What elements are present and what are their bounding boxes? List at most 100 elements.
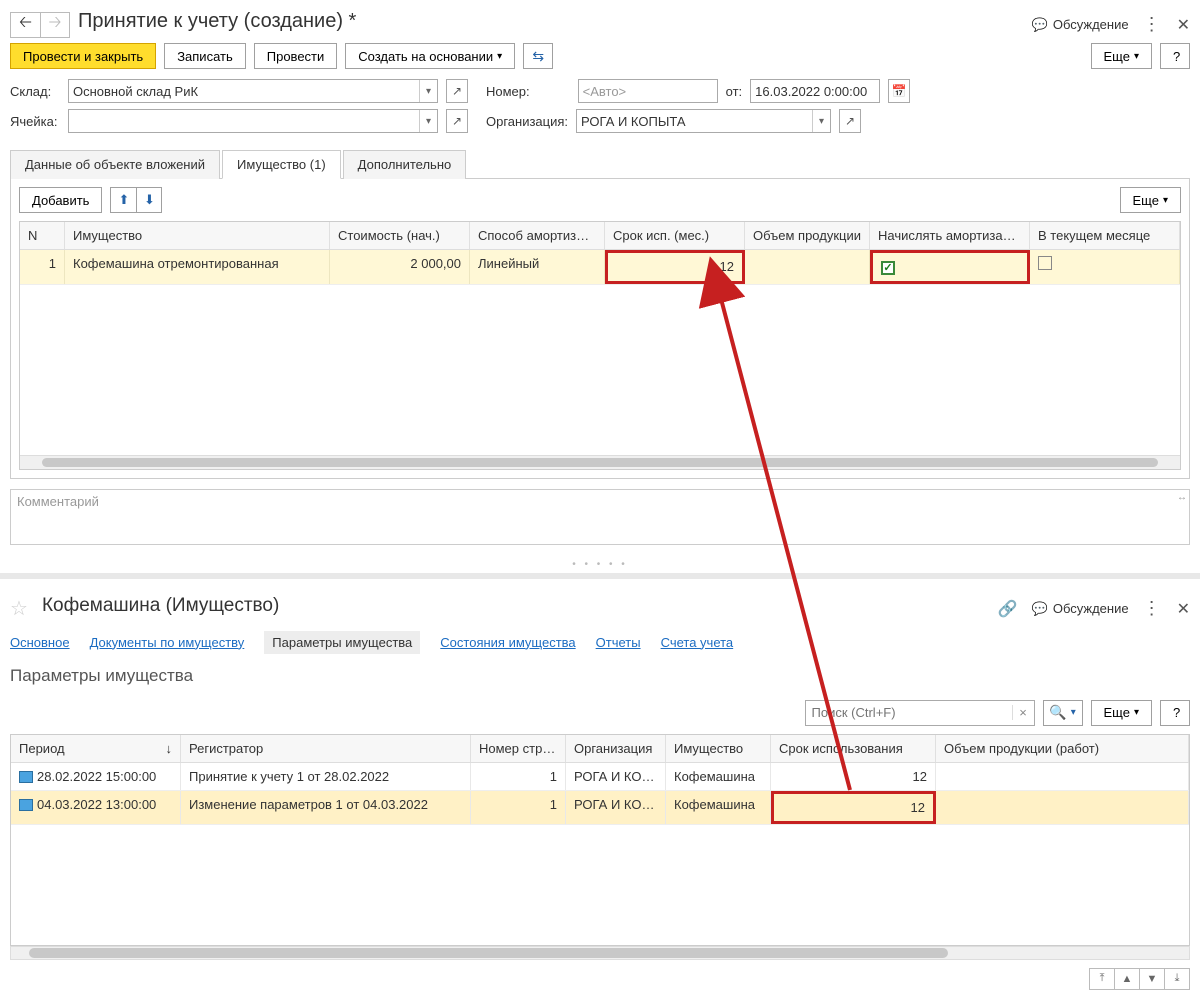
warehouse-select[interactable]: Основной склад РиК ▾ — [68, 79, 438, 103]
search-field[interactable] — [806, 705, 1012, 720]
kebab-menu-icon[interactable]: ⋮ — [1143, 14, 1163, 35]
tab-assets[interactable]: Имущество (1) — [222, 150, 341, 179]
chat-icon: 💬 — [1032, 601, 1048, 617]
calendar-icon[interactable]: 📅 — [888, 79, 910, 103]
col2-asset[interactable]: Имущество — [666, 735, 771, 762]
cell-label: Ячейка: — [10, 114, 60, 129]
doc-icon — [19, 771, 33, 783]
cell-open-button[interactable]: ↗ — [446, 109, 468, 133]
horizontal-scrollbar-2[interactable] — [10, 946, 1190, 960]
cell-term[interactable]: 12 — [605, 250, 745, 284]
help-button-2[interactable]: ? — [1160, 700, 1190, 726]
chat-icon: 💬 — [1032, 17, 1048, 33]
checkbox-checked-icon: ✓ — [881, 261, 895, 275]
nav-back-button[interactable]: 🡠 — [10, 12, 40, 38]
number-label: Номер: — [486, 84, 530, 99]
discussion-link[interactable]: 💬 Обсуждение — [1032, 17, 1129, 33]
org-select[interactable]: РОГА И КОПЫТА ▾ — [576, 109, 831, 133]
save-button[interactable]: Записать — [164, 43, 246, 69]
org-label: Организация: — [486, 114, 568, 129]
close-icon-2[interactable]: ✕ — [1177, 599, 1190, 619]
cell2-volume — [936, 763, 1189, 790]
horizontal-scrollbar[interactable] — [20, 455, 1180, 469]
col-accrue[interactable]: Начислять амортизацию — [870, 222, 1030, 249]
org-open-button[interactable]: ↗ — [839, 109, 861, 133]
col-term[interactable]: Срок исп. (мес.) — [605, 222, 745, 249]
table2-row[interactable]: 28.02.2022 15:00:00 Принятие к учету 1 о… — [11, 763, 1189, 791]
cell2-line: 1 — [471, 763, 566, 790]
pane-resize-handle[interactable]: • • • • • — [0, 559, 1200, 573]
page-title: Принятие к учету (создание) * — [78, 10, 1024, 33]
doc-icon — [19, 799, 33, 811]
table2-row[interactable]: 04.03.2022 13:00:00 Изменение параметров… — [11, 791, 1189, 825]
more-button[interactable]: Еще — [1091, 43, 1152, 69]
cell2-line: 1 — [471, 791, 566, 824]
date-input[interactable]: 16.03.2022 0:00:00 — [750, 79, 880, 103]
cell2-period: 28.02.2022 15:00:00 — [11, 763, 181, 790]
search-input[interactable]: × — [805, 700, 1035, 726]
move-down-button[interactable]: ⬇ — [136, 187, 162, 213]
col2-org[interactable]: Организация — [566, 735, 666, 762]
help-button[interactable]: ? — [1160, 43, 1190, 69]
col2-line[interactable]: Номер строки — [471, 735, 566, 762]
cell-accrue[interactable]: ✓ — [870, 250, 1030, 284]
nav-forward-button[interactable]: 🡢 — [40, 12, 70, 38]
cell2-period: 04.03.2022 13:00:00 — [11, 791, 181, 824]
structure-icon-button[interactable]: ⇆ — [523, 43, 553, 69]
post-and-close-button[interactable]: Провести и закрыть — [10, 43, 156, 69]
comment-textarea[interactable]: Комментарий ↔ — [10, 489, 1190, 545]
link-reports[interactable]: Отчеты — [596, 635, 641, 650]
number-input[interactable]: <Авто> — [578, 79, 718, 103]
cell-cost: 2 000,00 — [330, 250, 470, 284]
table-row[interactable]: 1 Кофемашина отремонтированная 2 000,00 … — [20, 250, 1180, 285]
col2-registrar[interactable]: Регистратор — [181, 735, 471, 762]
chevron-down-icon: ▾ — [812, 110, 830, 132]
warehouse-label: Склад: — [10, 84, 60, 99]
kebab-menu-icon-2[interactable]: ⋮ — [1143, 598, 1163, 619]
col2-term[interactable]: Срок использования — [771, 735, 936, 762]
link-states[interactable]: Состояния имущества — [440, 635, 575, 650]
more-button-2[interactable]: Еще — [1091, 700, 1152, 726]
nav-up-button[interactable]: ▲ — [1114, 968, 1140, 990]
discussion-link-2[interactable]: 💬 Обсуждение — [1032, 601, 1129, 617]
tab-additional[interactable]: Дополнительно — [343, 150, 467, 179]
post-button[interactable]: Провести — [254, 43, 338, 69]
cell-select[interactable]: ▾ — [68, 109, 438, 133]
create-based-on-button[interactable]: Создать на основании — [345, 43, 515, 69]
chevron-down-icon: ▾ — [419, 80, 437, 102]
col2-period[interactable]: Период ↓ — [11, 735, 181, 762]
nav-last-button[interactable]: ⤓ — [1164, 968, 1190, 990]
add-row-button[interactable]: Добавить — [19, 187, 102, 213]
link-icon[interactable]: 🔗 — [998, 599, 1018, 619]
col2-volume[interactable]: Объем продукции (работ) — [936, 735, 1189, 762]
cell-n: 1 — [20, 250, 65, 284]
nav-down-button[interactable]: ▼ — [1139, 968, 1165, 990]
col-asset[interactable]: Имущество — [65, 222, 330, 249]
close-icon[interactable]: ✕ — [1177, 15, 1190, 35]
cell-curr-month[interactable] — [1030, 250, 1180, 284]
tab-object-data[interactable]: Данные об объекте вложений — [10, 150, 220, 179]
col-volume[interactable]: Объем продукции — [745, 222, 870, 249]
col-amort-method[interactable]: Способ амортизации — [470, 222, 605, 249]
nav-first-button[interactable]: ⤒ — [1089, 968, 1115, 990]
link-docs[interactable]: Документы по имуществу — [90, 635, 245, 650]
clear-search-icon[interactable]: × — [1012, 705, 1034, 720]
col-n[interactable]: N — [20, 222, 65, 249]
search-options-button[interactable]: 🔍 — [1043, 700, 1083, 726]
move-up-button[interactable]: ⬆ — [110, 187, 136, 213]
table-empty-area — [20, 285, 1180, 455]
checkbox-empty-icon — [1038, 256, 1052, 270]
table-more-button[interactable]: Еще — [1120, 187, 1181, 213]
col-curr-month[interactable]: В текущем месяце — [1030, 222, 1180, 249]
cell2-term: 12 — [771, 763, 936, 790]
link-main[interactable]: Основное — [10, 635, 70, 650]
link-params[interactable]: Параметры имущества — [264, 631, 420, 654]
cell2-registrar: Изменение параметров 1 от 04.03.2022 — [181, 791, 471, 824]
col-cost[interactable]: Стоимость (нач.) — [330, 222, 470, 249]
warehouse-open-button[interactable]: ↗ — [446, 79, 468, 103]
link-accounts[interactable]: Счета учета — [661, 635, 734, 650]
resize-handle-icon[interactable]: ↔ — [1177, 492, 1187, 503]
cell2-org: РОГА И КО… — [566, 763, 666, 790]
favorite-star-icon[interactable]: ☆ — [10, 596, 28, 621]
cell2-asset: Кофемашина — [666, 791, 771, 824]
